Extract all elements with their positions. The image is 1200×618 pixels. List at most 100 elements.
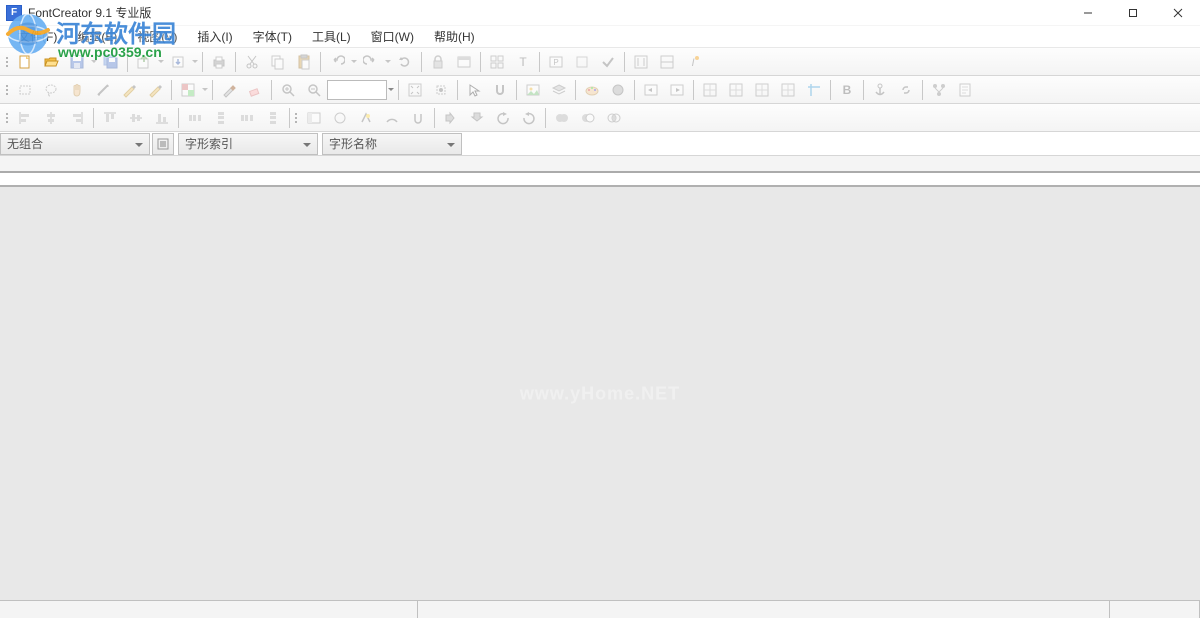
- toolbar-grip[interactable]: [4, 108, 10, 128]
- anchor-icon: [868, 78, 892, 102]
- glyph-selector-bar: 无组合 字形索引 字形名称: [0, 132, 1200, 156]
- toolbar-separator: [516, 80, 517, 100]
- status-panel-2: [418, 601, 1110, 618]
- toolbar-grip[interactable]: [293, 108, 299, 128]
- menu-edit[interactable]: 编辑(E): [67, 25, 127, 48]
- fit-selection-icon: [429, 78, 453, 102]
- menu-file[interactable]: 文件(F): [8, 25, 67, 48]
- toolbar-separator: [575, 80, 576, 100]
- panel-1-icon: [302, 106, 326, 130]
- menu-bar: 文件(F) 编辑(E) 视图(V) 插入(I) 字体(T) 工具(L) 窗口(W…: [0, 26, 1200, 48]
- align-right-icon: [65, 106, 89, 130]
- svg-text:B: B: [843, 83, 852, 97]
- toolbar-align: [0, 104, 1200, 132]
- panel-2-icon: [328, 106, 352, 130]
- categories-icon: [485, 50, 509, 74]
- toolbar-separator: [398, 80, 399, 100]
- status-bar: [0, 600, 1200, 618]
- horseshoe-icon: [406, 106, 430, 130]
- eraser-icon: [243, 78, 267, 102]
- print-icon: [207, 50, 231, 74]
- menu-font[interactable]: 字体(T): [243, 25, 302, 48]
- zoom-combo[interactable]: [327, 80, 387, 100]
- nav-left-icon: [639, 78, 663, 102]
- open-file-icon[interactable]: [39, 50, 63, 74]
- app-icon: F: [6, 5, 22, 21]
- bold-icon: B: [835, 78, 859, 102]
- freehand-icon: [143, 78, 167, 102]
- lasso-icon: [39, 78, 63, 102]
- color-picker-icon-dropdown: [201, 88, 209, 91]
- text-tool-icon: T: [511, 50, 535, 74]
- toolbar-separator: [830, 80, 831, 100]
- svg-text:I: I: [691, 57, 694, 69]
- window-title: FontCreator 9.1 专业版: [28, 4, 151, 21]
- save-icon: [65, 50, 89, 74]
- flip-v-icon: [465, 106, 489, 130]
- toolbar-separator: [421, 52, 422, 72]
- toolbar-separator: [480, 52, 481, 72]
- cut-icon: [240, 50, 264, 74]
- maximize-button[interactable]: [1110, 0, 1155, 26]
- menu-insert[interactable]: 插入(I): [187, 25, 242, 48]
- space-v-icon: [261, 106, 285, 130]
- svg-text:P: P: [553, 58, 558, 67]
- menu-help[interactable]: 帮助(H): [424, 25, 485, 48]
- tree-icon: [927, 78, 951, 102]
- menu-view[interactable]: 视图(V): [127, 25, 187, 48]
- preview-icon: P: [544, 50, 568, 74]
- toolbar-separator: [434, 108, 435, 128]
- intersect-icon: [602, 106, 626, 130]
- toolbar-separator: [212, 80, 213, 100]
- autohint-icon: I: [681, 50, 705, 74]
- toolbar-separator: [539, 52, 540, 72]
- validate-icon: [596, 50, 620, 74]
- svg-text:T: T: [519, 55, 527, 69]
- toolbar-grip[interactable]: [4, 52, 10, 72]
- toolbar-grip[interactable]: [4, 80, 10, 100]
- toolbar-separator: [235, 52, 236, 72]
- image-icon: [521, 78, 545, 102]
- measure-icon: [91, 78, 115, 102]
- toolbar-separator: [693, 80, 694, 100]
- glyph-name-dropdown[interactable]: 字形名称: [322, 133, 462, 155]
- export-icon-dropdown: [157, 60, 165, 63]
- subtract-icon: [576, 106, 600, 130]
- minimize-button[interactable]: [1065, 0, 1110, 26]
- workspace: www.yHome.NET: [0, 185, 1200, 600]
- dist-v-icon: [209, 106, 233, 130]
- save-icon-dropdown: [90, 60, 98, 63]
- select-rect-icon: [13, 78, 37, 102]
- guides-icon: [802, 78, 826, 102]
- combo-arrow-icon[interactable]: [387, 88, 395, 91]
- glyph-name-label: 字形名称: [329, 135, 377, 152]
- group-settings-button[interactable]: [152, 133, 174, 155]
- link-icon: [894, 78, 918, 102]
- center-watermark: www.yHome.NET: [520, 383, 680, 404]
- install-icon: [166, 50, 190, 74]
- toolbar-separator: [127, 52, 128, 72]
- refresh-icon: [570, 50, 594, 74]
- close-button[interactable]: [1155, 0, 1200, 26]
- redo-icon: [359, 50, 383, 74]
- autometrics-icon: [655, 50, 679, 74]
- toolbar-separator: [271, 80, 272, 100]
- align-left-icon: [13, 106, 37, 130]
- layers-icon: [547, 78, 571, 102]
- align-middle-icon: [124, 106, 148, 130]
- grid-1-icon: [698, 78, 722, 102]
- toolbar-separator: [922, 80, 923, 100]
- nav-right-icon: [665, 78, 689, 102]
- align-top-icon: [98, 106, 122, 130]
- paste-icon: [292, 50, 316, 74]
- grid-4-icon: [776, 78, 800, 102]
- toolbar-separator: [634, 80, 635, 100]
- menu-window[interactable]: 窗口(W): [361, 25, 424, 48]
- glyph-index-dropdown[interactable]: 字形索引: [178, 133, 318, 155]
- color-picker-icon: [176, 78, 200, 102]
- group-dropdown[interactable]: 无组合: [0, 133, 150, 155]
- menu-tools[interactable]: 工具(L): [302, 25, 361, 48]
- grid-2-icon: [724, 78, 748, 102]
- rotate-right-icon: [517, 106, 541, 130]
- new-file-icon[interactable]: [13, 50, 37, 74]
